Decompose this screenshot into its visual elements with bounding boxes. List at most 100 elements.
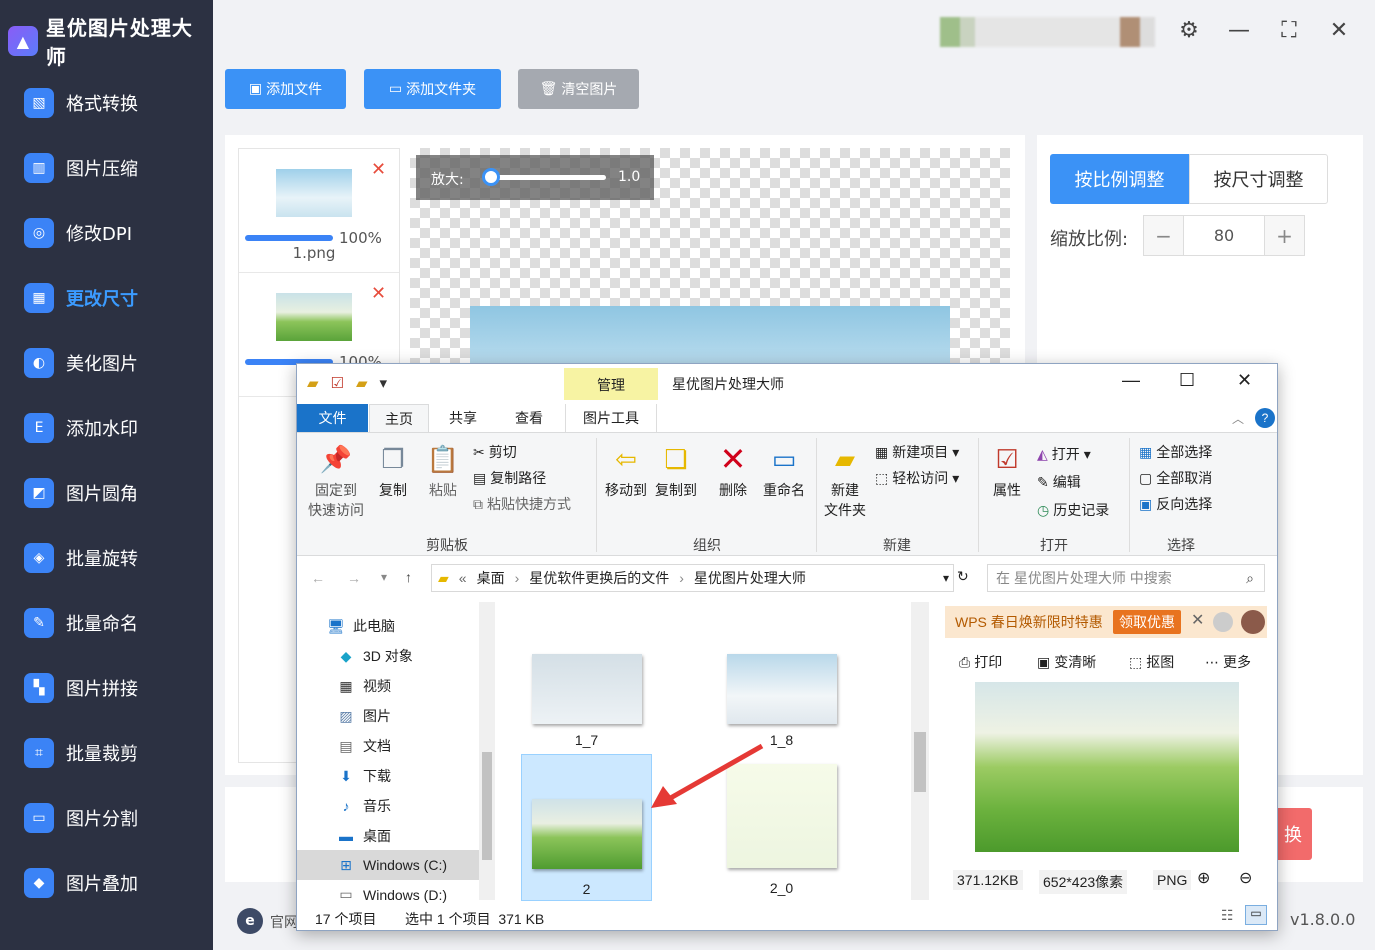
- breadcrumb-overflow[interactable]: «: [459, 570, 467, 586]
- print-button[interactable]: ⎙ 打印: [959, 652, 1002, 672]
- tree-item[interactable]: ▬ 桌面: [337, 826, 391, 846]
- minimize-icon[interactable]: —: [1226, 18, 1252, 44]
- edit-button[interactable]: ✎ 编辑: [1037, 472, 1081, 492]
- history-button[interactable]: ◷ 历史记录: [1037, 500, 1109, 520]
- breadcrumb-item[interactable]: 星优图片处理大师: [694, 568, 806, 588]
- recent-locations-icon[interactable]: ▾: [381, 570, 387, 584]
- help-icon[interactable]: ?: [1255, 408, 1275, 428]
- sidebar-item[interactable]: ⌗ 批量裁剪: [24, 733, 204, 773]
- sidebar-item[interactable]: ◈ 批量旋转: [24, 538, 204, 578]
- zoom-out-icon[interactable]: ⊖: [1239, 868, 1252, 888]
- refresh-icon[interactable]: ↻: [957, 568, 969, 585]
- properties-icon[interactable]: ☑: [331, 374, 344, 392]
- avatar[interactable]: [1241, 610, 1265, 634]
- tab-ratio-adjust[interactable]: 按比例调整: [1050, 154, 1189, 204]
- tab-picture-tools[interactable]: 图片工具: [565, 404, 657, 432]
- tree-item[interactable]: 🖥 此电脑: [327, 616, 395, 636]
- ad-banner[interactable]: WPS 春日焕新限时特惠 领取优惠 ✕: [945, 606, 1267, 638]
- sidebar-item[interactable]: ▦ 更改尺寸: [24, 278, 204, 318]
- add-file-button[interactable]: ▣ 添加文件: [225, 69, 346, 109]
- context-tab-manage[interactable]: 管理: [564, 368, 658, 400]
- tree-item[interactable]: ▨ 图片: [337, 706, 391, 726]
- tree-item[interactable]: ▦ 视频: [337, 676, 391, 696]
- tree-item[interactable]: ▤ 文档: [337, 736, 391, 756]
- minimize-icon[interactable]: —: [1122, 370, 1140, 391]
- sidebar-item[interactable]: ▧ 格式转换: [24, 83, 204, 123]
- nav-scrollbar[interactable]: [479, 602, 495, 900]
- tree-item[interactable]: ▭ Windows (D:): [337, 886, 447, 903]
- delete-button[interactable]: ✕ 删除: [711, 441, 755, 500]
- file-item[interactable]: 1_8: [724, 654, 839, 748]
- website-icon[interactable]: e: [237, 908, 263, 934]
- tab-view[interactable]: 查看: [497, 404, 561, 432]
- tree-item[interactable]: ♪ 音乐: [337, 796, 392, 816]
- user-avatar-blurred[interactable]: [940, 17, 1155, 47]
- tab-file[interactable]: 文件: [297, 404, 368, 432]
- new-item-button[interactable]: ▦ 新建项目 ▾: [875, 442, 959, 462]
- details-view-icon[interactable]: ☷: [1221, 907, 1234, 924]
- sidebar-item[interactable]: E 添加水印: [24, 408, 204, 448]
- new-folder-button[interactable]: ▰ 新建 文件夹: [819, 442, 871, 520]
- more-button[interactable]: ⋯ 更多: [1205, 652, 1251, 672]
- new-folder-icon[interactable]: ▰: [356, 374, 368, 392]
- sidebar-item[interactable]: ▥ 图片压缩: [24, 148, 204, 188]
- search-input[interactable]: 在 星优图片处理大师 中搜索 ⌕: [987, 564, 1265, 592]
- select-all-button[interactable]: ▦ 全部选择: [1139, 442, 1212, 462]
- copy-to-button[interactable]: ❏ 复制到: [651, 442, 701, 500]
- close-ad-icon[interactable]: ✕: [1191, 610, 1204, 630]
- properties-button[interactable]: ☑ 属性: [985, 442, 1029, 500]
- address-bar[interactable]: ▰ « 桌面 › 星优软件更换后的文件 › 星优图片处理大师 ▾: [431, 564, 954, 592]
- tab-size-adjust[interactable]: 按尺寸调整: [1189, 154, 1328, 204]
- back-icon[interactable]: ←: [311, 570, 325, 586]
- copy-path-button[interactable]: ▤ 复制路径: [473, 468, 546, 488]
- cut-button[interactable]: ✂ 剪切: [473, 442, 517, 462]
- breadcrumb-item[interactable]: 桌面: [477, 568, 505, 588]
- enhance-button[interactable]: ▣ 变清晰: [1037, 652, 1096, 672]
- scale-input[interactable]: 80: [1184, 216, 1264, 255]
- sidebar-item[interactable]: ◆ 图片叠加: [24, 863, 204, 903]
- paste-button[interactable]: 📋 粘贴: [421, 442, 465, 500]
- tree-item[interactable]: ⊞ Windows (C:): [297, 850, 479, 880]
- sidebar-item[interactable]: ◩ 图片圆角: [24, 473, 204, 513]
- file-item[interactable]: 2: [529, 799, 644, 897]
- large-icons-view-icon[interactable]: ▭: [1245, 905, 1267, 925]
- collapse-ribbon-icon[interactable]: ︿: [1232, 410, 1244, 427]
- pin-quick-access-button[interactable]: 📌 固定到 快速访问: [303, 442, 369, 520]
- maximize-icon[interactable]: ☐: [1179, 370, 1195, 391]
- rename-button[interactable]: ▭ 重命名: [759, 442, 809, 500]
- remove-icon[interactable]: ✕: [371, 159, 386, 180]
- open-button[interactable]: ◭ 打开 ▾: [1037, 444, 1091, 464]
- select-none-button[interactable]: ▢ 全部取消: [1139, 468, 1212, 488]
- cutout-button[interactable]: ⬚ 抠图: [1129, 652, 1174, 672]
- add-folder-button[interactable]: ▭ 添加文件夹: [364, 69, 501, 109]
- tree-item[interactable]: ⬇ 下载: [337, 766, 391, 786]
- tab-share[interactable]: 共享: [433, 404, 493, 432]
- zoom-in-icon[interactable]: ⊕: [1197, 868, 1210, 888]
- clear-images-button[interactable]: 🗑 清空图片: [518, 69, 639, 109]
- settings-sliders-icon[interactable]: ⚙: [1176, 18, 1202, 44]
- sidebar-item[interactable]: ▚ 图片拼接: [24, 668, 204, 708]
- remove-icon[interactable]: ✕: [371, 283, 386, 304]
- decrease-button[interactable]: −: [1144, 216, 1184, 255]
- increase-button[interactable]: +: [1264, 216, 1304, 255]
- breadcrumb-item[interactable]: 星优软件更换后的文件: [529, 568, 669, 588]
- zoom-slider-handle[interactable]: [482, 168, 500, 186]
- tree-item[interactable]: ◆ 3D 对象: [337, 646, 413, 666]
- move-to-button[interactable]: ⇦ 移动到: [601, 442, 651, 500]
- folder-icon[interactable]: ▰: [307, 374, 319, 392]
- website-link[interactable]: 官网: [270, 912, 298, 932]
- file-item[interactable]: 1_7: [529, 654, 644, 748]
- close-icon[interactable]: ✕: [1326, 18, 1352, 44]
- zoom-slider-track[interactable]: [486, 175, 606, 180]
- up-icon[interactable]: ↑: [405, 569, 412, 585]
- chevron-down-icon[interactable]: ▾: [380, 374, 388, 392]
- sidebar-item[interactable]: ✎ 批量命名: [24, 603, 204, 643]
- sidebar-item[interactable]: ◐ 美化图片: [24, 343, 204, 383]
- paste-shortcut-button[interactable]: ⧉ 粘贴快捷方式: [473, 494, 571, 514]
- forward-icon[interactable]: →: [347, 570, 361, 586]
- tab-home[interactable]: 主页: [369, 404, 429, 432]
- copy-button[interactable]: ❐ 复制: [371, 442, 415, 500]
- invert-selection-button[interactable]: ▣ 反向选择: [1139, 494, 1212, 514]
- maximize-icon[interactable]: ⛶: [1276, 18, 1302, 44]
- file-scrollbar[interactable]: [911, 602, 929, 900]
